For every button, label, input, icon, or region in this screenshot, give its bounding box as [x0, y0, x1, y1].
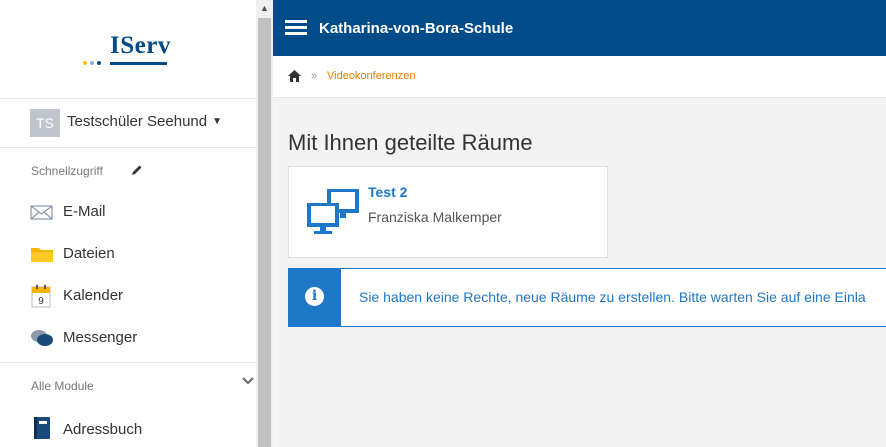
page-title: Mit Ihnen geteilte Räume — [288, 130, 533, 155]
room-card[interactable]: Test 2 Franziska Malkemper — [288, 166, 608, 258]
breadcrumb: » Videokonferenzen — [273, 56, 886, 98]
info-alert: i Sie haben keine Rechte, neue Räume zu … — [288, 268, 886, 327]
user-name: Testschüler Seehund — [67, 113, 208, 130]
iserv-logo[interactable]: IServ — [80, 32, 180, 72]
top-header: Katharina-von-Bora-Schule — [273, 0, 886, 56]
caret-down-icon: ▼ — [212, 116, 222, 127]
logo-dot — [83, 61, 87, 65]
logo-dot — [97, 61, 101, 65]
sidebar-item-email[interactable]: E-Mail — [0, 192, 256, 232]
sidebar-item-messenger[interactable]: Messenger — [0, 318, 256, 358]
sidebar-item-calendar[interactable]: 9 Kalender — [0, 276, 256, 316]
sidebar-item-label: Messenger — [63, 329, 138, 346]
quick-access-label: Schnellzugriff — [31, 164, 103, 178]
breadcrumb-current[interactable]: Videokonferenzen — [327, 70, 415, 82]
all-modules-label: Alle Module — [31, 379, 94, 393]
divider — [0, 362, 256, 363]
chat-icon — [31, 330, 53, 346]
address-book-icon — [34, 417, 50, 439]
sidebar: IServ TS Testschüler Seehund ▼ Schnellzug… — [0, 0, 256, 447]
user-menu[interactable]: TS Testschüler Seehund ▼ — [0, 98, 256, 148]
logo-text: IServ — [110, 32, 171, 59]
calendar-icon: 9 — [31, 285, 51, 308]
menu-icon[interactable] — [285, 20, 307, 36]
sidebar-item-label: Kalender — [63, 287, 124, 304]
calendar-day: 9 — [38, 296, 44, 307]
sidebar-item-label: Dateien — [63, 245, 115, 262]
scrollbar-thumb[interactable] — [258, 18, 271, 447]
logo-underline — [110, 62, 167, 65]
room-name[interactable]: Test 2 — [368, 184, 407, 200]
sidebar-item-address-book[interactable]: Adressbuch — [0, 410, 256, 447]
scroll-up-arrow-icon[interactable]: ▲ — [256, 0, 273, 17]
mail-icon — [30, 205, 53, 220]
sidebar-item-label: Adressbuch — [63, 421, 143, 438]
breadcrumb-separator: » — [311, 70, 318, 82]
logo-dot — [90, 61, 94, 65]
video-conference-icon — [307, 189, 359, 234]
chevron-down-icon[interactable] — [242, 375, 254, 387]
alert-icon-bar: i — [289, 269, 341, 326]
info-icon: i — [305, 287, 324, 306]
folder-icon — [31, 248, 53, 262]
sidebar-item-label: E-Mail — [63, 203, 106, 220]
pencil-icon[interactable] — [131, 164, 143, 176]
sidebar-scrollbar[interactable]: ▲ — [256, 0, 273, 447]
sidebar-item-files[interactable]: Dateien — [0, 234, 256, 274]
school-title[interactable]: Katharina-von-Bora-Schule — [319, 20, 513, 37]
home-icon[interactable] — [288, 70, 301, 82]
alert-message: Sie haben keine Rechte, neue Räume zu er… — [359, 289, 866, 305]
room-owner: Franziska Malkemper — [368, 209, 502, 225]
avatar: TS — [30, 109, 60, 137]
